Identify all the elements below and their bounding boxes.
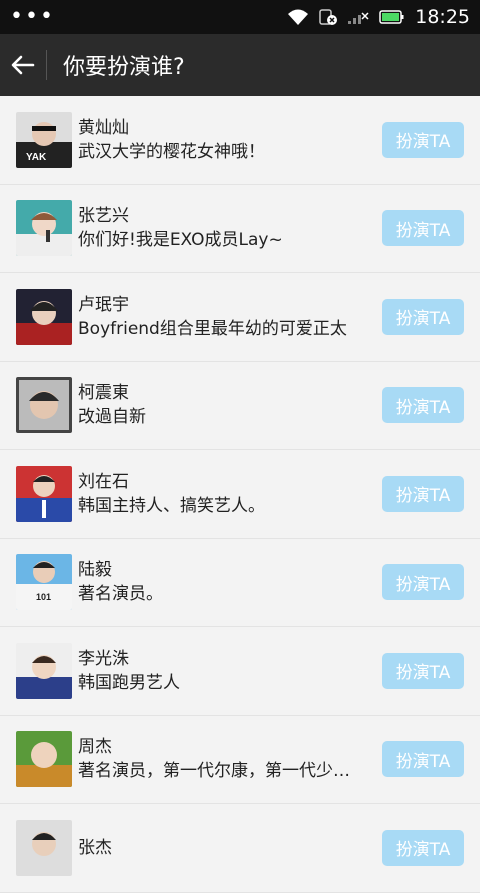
back-button[interactable] [0,34,46,96]
person-description: 著名演员。 [78,584,163,605]
wifi-icon [287,8,309,26]
person-description: 武汉大学的樱花女神哦！ [78,141,265,162]
list-item[interactable]: 101 陆毅 著名演员。 扮演TA [0,539,480,627]
arrow-left-icon [11,55,35,75]
role-list: YAK 黄灿灿 武汉大学的樱花女神哦！ 扮演TA 张艺兴 你们好!我是EXO成员… [0,96,480,893]
avatar [16,377,72,434]
person-name: 周杰 [78,737,112,758]
avatar: YAK [16,111,72,168]
list-item[interactable]: 柯震東 改過自新 扮演TA [0,362,480,450]
list-item[interactable]: 卢珉宇 Boyfriend组合里最年幼的可爱正太 扮演TA [0,273,480,362]
list-item[interactable]: 刘在石 韩国主持人、搞笑艺人。 扮演TA [0,450,480,539]
avatar: 101 [16,554,72,611]
person-name: 李光洙 [78,648,129,669]
avatar [16,819,72,876]
avatar [16,200,72,257]
person-description: 著名演员，第一代尔康，第一代少… [78,761,350,782]
role-play-button[interactable]: 扮演TA [382,829,464,866]
avatar [16,465,72,522]
list-item[interactable]: 张艺兴 你们好!我是EXO成员Lay~ 扮演TA [0,185,480,273]
list-item[interactable]: 李光洙 韩国跑男艺人 扮演TA [0,627,480,716]
person-description: 韩国跑男艺人 [78,672,180,693]
person-name: 刘在石 [78,471,129,492]
person-description: 改過自新 [78,407,146,428]
role-play-button[interactable]: 扮演TA [382,298,464,335]
role-play-button[interactable]: 扮演TA [382,741,464,778]
person-name: 黄灿灿 [78,117,129,138]
person-description: Boyfriend组合里最年幼的可爱正太 [78,318,347,339]
role-play-button[interactable]: 扮演TA [382,387,464,424]
role-play-button[interactable]: 扮演TA [382,121,464,158]
person-name: 卢珉宇 [78,294,129,315]
svg-text:YAK: YAK [26,152,47,163]
person-name: 柯震東 [78,383,129,404]
avatar [16,642,72,699]
person-name: 陆毅 [78,560,112,581]
person-name: 张艺兴 [78,206,129,227]
person-description: 韩国主持人、搞笑艺人。 [78,495,265,516]
avatar [16,288,72,345]
app-bar: 你要扮演谁? [0,34,480,96]
list-item[interactable]: 张杰 扮演TA [0,804,480,893]
role-play-button[interactable]: 扮演TA [382,564,464,601]
person-description: 你们好!我是EXO成员Lay~ [78,230,283,251]
sim-off-icon [319,8,338,26]
header-divider [46,50,47,80]
battery-icon [379,9,405,25]
notification-dots: ••• [10,4,55,29]
list-item[interactable]: 周杰 著名演员，第一代尔康，第一代少… 扮演TA [0,716,480,804]
page-title: 你要扮演谁? [63,55,185,80]
signal-icon [347,9,369,25]
list-item[interactable]: YAK 黄灿灿 武汉大学的樱花女神哦！ 扮演TA [0,96,480,185]
role-play-button[interactable]: 扮演TA [382,475,464,512]
status-bar: ••• 18:25 [0,0,480,34]
svg-text:101: 101 [36,592,51,602]
role-play-button[interactable]: 扮演TA [382,652,464,689]
person-name: 张杰 [78,837,112,858]
clock: 18:25 [415,6,470,28]
avatar [16,731,72,788]
role-play-button[interactable]: 扮演TA [382,210,464,247]
